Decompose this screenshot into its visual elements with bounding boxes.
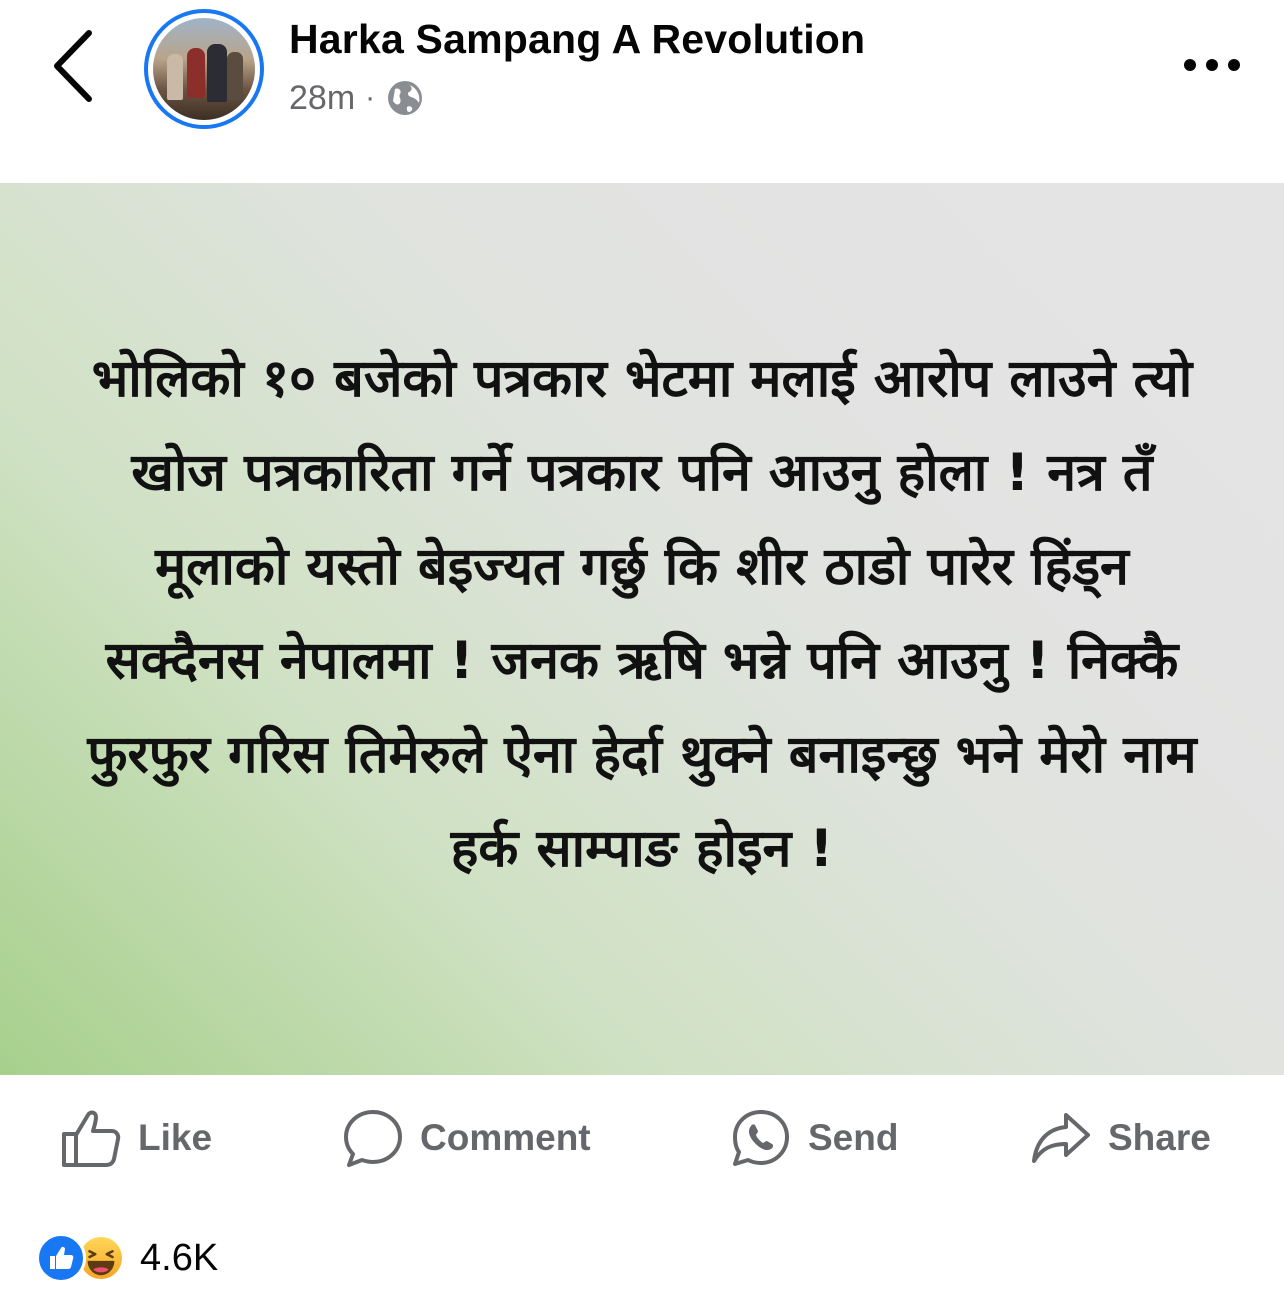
share-button[interactable]: Share [1030,1098,1211,1178]
post-text: भोलिको १० बजेको पत्रकार भेटमा मलाई आरोप … [87,349,1197,879]
send-label: Send [808,1117,899,1158]
comment-label: Comment [420,1117,591,1158]
share-label: Share [1108,1117,1211,1158]
post-background: भोलिको १० बजेको पत्रकार भेटमा मलाई आरोप … [0,183,1284,1075]
page-avatar[interactable] [144,9,264,129]
globe-icon[interactable] [385,78,425,118]
more-options-button[interactable] [1172,40,1252,90]
post-meta: 28m · [289,78,425,118]
post-detail-screen: Harka Sampang A Revolution 28m · भोलिको … [0,0,1284,1309]
like-reaction-icon [36,1233,86,1283]
thumbs-up-icon [62,1110,121,1167]
share-arrow-icon [1032,1113,1090,1163]
post-header: Harka Sampang A Revolution 28m · [0,0,1284,183]
back-button[interactable] [38,26,108,106]
like-button[interactable]: Like [60,1098,212,1178]
like-label: Like [138,1117,213,1158]
reaction-count: 4.6K [140,1236,219,1279]
whatsapp-icon [733,1110,789,1166]
meta-separator: · [365,81,376,114]
reaction-summary[interactable]: 4.6K [36,1230,218,1286]
post-time[interactable]: 28m [289,79,355,118]
post-action-bar: Like Comment Send Share [0,1098,1284,1178]
page-name[interactable]: Harka Sampang A Revolution [289,16,865,63]
comment-button[interactable]: Comment [342,1098,591,1178]
more-horizontal-icon [1184,59,1240,71]
avatar-image [153,18,255,120]
send-button[interactable]: Send [730,1098,898,1178]
comment-bubble-icon [344,1110,402,1167]
chevron-left-icon [54,30,92,102]
